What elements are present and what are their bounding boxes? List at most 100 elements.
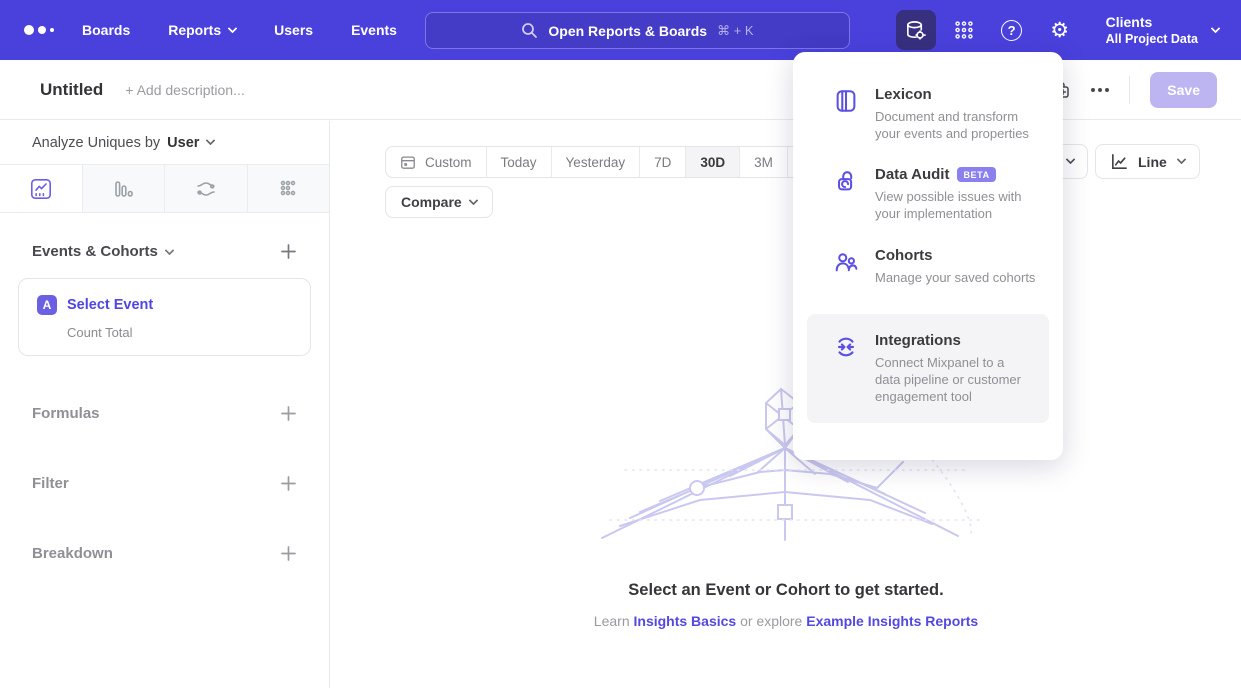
cohorts-title: Cohorts [875,247,933,264]
formulas-section: Formulas [0,378,329,448]
event-series-badge: A [37,295,57,315]
date-yesterday-button[interactable]: Yesterday [551,147,640,177]
empty-state-subtext: Learn Insights Basics or explore Example… [331,613,1241,629]
integrations-sync-icon [833,334,859,360]
save-button[interactable]: Save [1150,72,1217,108]
breakdown-label: Breakdown [32,545,113,562]
plus-icon [280,545,297,562]
insights-chart-icon [29,177,53,201]
plus-icon [280,475,297,492]
add-breakdown-button[interactable] [280,545,297,562]
nav-users-label: Users [274,22,313,38]
ellipsis-icon [1091,88,1109,92]
help-button[interactable]: ? [992,10,1032,50]
data-management-button[interactable] [896,10,936,50]
header-actions: Save [1051,60,1217,120]
date-3m-button[interactable]: 3M [739,147,787,177]
menu-item-cohorts[interactable]: Cohorts Manage your saved cohorts [793,247,1063,286]
search-shortcut: ⌘ + K [717,23,754,39]
filter-label: Filter [32,475,69,492]
nav-boards[interactable]: Boards [82,22,130,38]
select-event-label[interactable]: Select Event [67,297,153,313]
mixpanel-logo-icon[interactable] [24,25,68,35]
tab-metrics-grid[interactable] [247,165,330,212]
analyze-uniques-row: Analyze Uniques by User [0,121,329,165]
subtext-prefix: Learn [594,613,634,629]
date-range-control: Custom Today Yesterday 7D 30D 3M 6M [385,146,836,178]
date-7d-button[interactable]: 7D [639,147,685,177]
report-title[interactable]: Untitled [40,80,103,100]
nav-events[interactable]: Events [351,22,397,38]
add-description-field[interactable]: + Add description... [125,82,244,98]
menu-item-data-audit[interactable]: Data Audit BETA View possible issues wit… [793,166,1063,222]
nav-reports-label: Reports [168,22,221,38]
grid-dots-icon [953,19,975,41]
analyze-value: User [167,135,199,151]
cohorts-people-icon [833,249,859,275]
events-cohorts-header[interactable]: Events & Cohorts [32,243,173,260]
chevron-down-icon [206,136,216,146]
events-cohorts-label: Events & Cohorts [32,243,158,260]
metrics-grid-icon [276,177,300,201]
help-icon: ? [1001,20,1022,41]
line-chart-icon [1110,152,1129,171]
add-filter-button[interactable] [280,475,297,492]
chart-type-tabs [0,165,329,213]
divider [1129,76,1130,104]
compare-label: Compare [401,194,462,210]
tab-insights-line[interactable] [0,165,82,212]
settings-button[interactable]: ⚙ [1040,10,1080,50]
compare-dropdown[interactable]: Compare [385,186,493,218]
menu-item-lexicon[interactable]: Lexicon Document and transform your even… [793,86,1063,142]
project-title: Clients [1106,14,1198,31]
chevron-down-icon [1211,23,1221,33]
date-today-button[interactable]: Today [486,147,551,177]
query-sidebar: Analyze Uniques by User [0,121,330,688]
data-audit-icon [833,168,859,194]
add-formula-button[interactable] [280,405,297,422]
chart-style-label: Line [1138,154,1167,170]
formulas-label: Formulas [32,405,100,422]
beta-badge: BETA [957,167,995,182]
tab-bar-chart[interactable] [82,165,165,212]
data-audit-description: View possible issues with your implement… [875,188,1043,222]
date-custom-label: Custom [425,155,472,170]
gear-icon: ⚙ [1050,20,1069,41]
chevron-down-icon [1176,155,1186,165]
events-cohorts-section: Events & Cohorts [0,213,329,260]
chart-style-dropdown[interactable]: Line [1095,144,1200,179]
help-glyph: ? [1008,23,1016,38]
analyze-prefix: Analyze Uniques by [32,135,160,151]
event-card[interactable]: A Select Event Count Total [18,278,311,356]
search-input[interactable]: Open Reports & Boards ⌘ + K [425,12,850,49]
tab-flow-chart[interactable] [164,165,247,212]
analyze-by-dropdown[interactable]: User [167,135,214,151]
more-menu-button[interactable] [1091,88,1109,92]
search-placeholder: Open Reports & Boards [548,23,707,39]
lexicon-book-icon [833,88,859,114]
data-management-menu: Lexicon Document and transform your even… [793,52,1063,460]
insights-basics-link[interactable]: Insights Basics [634,613,737,629]
chevron-down-icon [164,246,174,256]
date-30d-button[interactable]: 30D [685,147,739,177]
plus-icon [280,405,297,422]
project-subtitle: All Project Data [1106,31,1198,47]
empty-state-heading: Select an Event or Cohort to get started… [331,581,1241,600]
menu-item-integrations[interactable]: Integrations Connect Mixpanel to a data … [807,314,1049,423]
count-total-label[interactable]: Count Total [67,325,292,340]
data-audit-title: Data Audit [875,166,949,183]
project-selector[interactable]: Clients All Project Data [1106,14,1219,47]
navbar-right: ? ⚙ Clients All Project Data [896,0,1241,60]
add-event-button[interactable] [280,243,297,260]
primary-nav: Boards Reports Users Events [82,22,397,38]
date-custom-button[interactable]: Custom [386,147,486,177]
nav-boards-label: Boards [82,22,130,38]
search-icon [521,22,538,39]
apps-grid-button[interactable] [944,10,984,50]
nav-users[interactable]: Users [274,22,313,38]
example-reports-link[interactable]: Example Insights Reports [806,613,978,629]
nav-reports[interactable]: Reports [168,22,236,38]
chevron-down-icon [228,23,238,33]
top-navbar: Boards Reports Users Events Open Reports… [0,0,1241,60]
flow-chart-icon [194,177,218,201]
